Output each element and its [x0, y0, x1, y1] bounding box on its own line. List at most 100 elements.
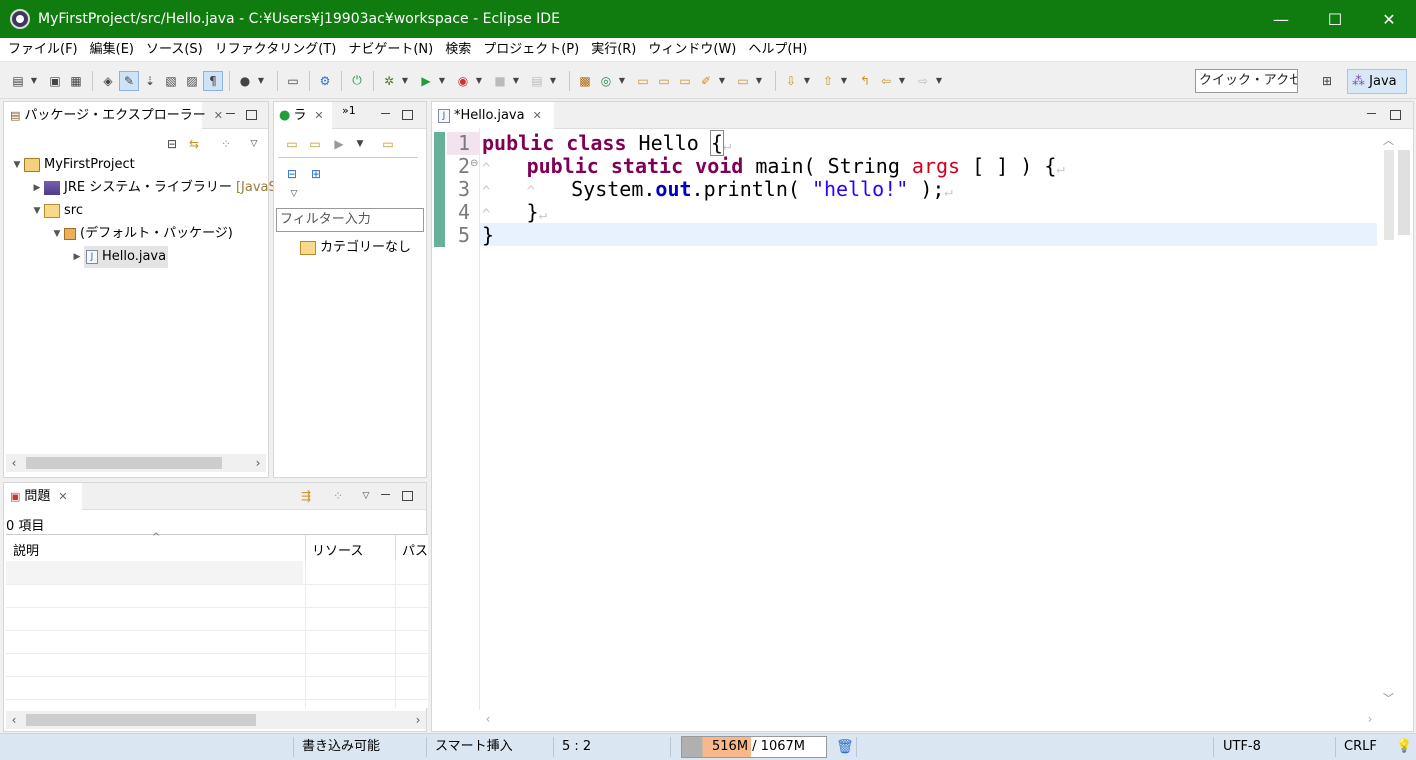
code-line[interactable]: ^ ^ System.out.println( "hello!" );↵: [482, 178, 953, 201]
open-folder-icon[interactable]: ▭: [633, 71, 653, 91]
filter-icon[interactable]: ⁘: [216, 134, 236, 154]
new-package-icon[interactable]: ▩: [575, 71, 595, 91]
filter-input[interactable]: フィルター入力: [276, 208, 424, 232]
heap-status[interactable]: 516M / 1067M: [681, 736, 827, 758]
close-button[interactable]: ✕: [1362, 0, 1416, 38]
chevron-down-icon[interactable]: ﹀: [1383, 690, 1394, 706]
debug-icon[interactable]: ✲: [379, 71, 399, 91]
chevron-down-icon[interactable]: ▼: [717, 71, 727, 91]
maximize-button[interactable]: ☐: [1308, 0, 1362, 38]
last-edit-icon[interactable]: ↰: [855, 71, 875, 91]
column-resource[interactable]: リソース: [312, 540, 363, 559]
chevron-down-icon[interactable]: ▼: [617, 71, 627, 91]
collapse-all-icon[interactable]: ⊟: [162, 134, 182, 154]
new-class-icon[interactable]: ◎: [596, 71, 616, 91]
view-overflow-button[interactable]: »1: [342, 104, 356, 117]
chevron-left-icon[interactable]: ‹: [6, 454, 22, 472]
chevron-down-icon[interactable]: ▼: [30, 200, 44, 222]
minimize-view-button[interactable]: [378, 107, 392, 121]
tree-item-hello-java[interactable]: ▶ J Hello.java: [70, 246, 169, 268]
vertical-scrollbar[interactable]: ︿ ﹀: [1380, 130, 1398, 710]
close-icon[interactable]: ✕: [314, 103, 323, 129]
menu-run[interactable]: 実行(R): [585, 38, 642, 62]
menu-navigate[interactable]: ナビゲート(N): [342, 38, 439, 62]
chevron-down-icon[interactable]: ▼: [897, 71, 907, 91]
coverage-icon[interactable]: ◉: [453, 71, 473, 91]
show-whitespace-icon[interactable]: ▨: [182, 71, 202, 91]
tab-package-explorer[interactable]: ▤ パッケージ・エクスプローラー ✕: [4, 102, 223, 129]
next-edit-icon[interactable]: ⇩: [781, 71, 801, 91]
tree-item-src[interactable]: ▼ src: [30, 200, 83, 222]
chevron-down-icon[interactable]: ▼: [437, 71, 447, 91]
external-tools-icon[interactable]: ▤: [527, 71, 547, 91]
new-icon[interactable]: ▤: [8, 71, 28, 91]
power-icon[interactable]: ⏻: [347, 71, 367, 91]
menu-edit[interactable]: 編集(E): [84, 38, 140, 62]
person-icon[interactable]: ●: [235, 71, 255, 91]
close-icon[interactable]: ✕: [533, 103, 542, 129]
run-icon[interactable]: ▶: [329, 134, 349, 154]
minimize-button[interactable]: —: [1254, 0, 1308, 38]
view-menu-icon[interactable]: ▽: [356, 486, 376, 506]
scroll-thumb[interactable]: [26, 714, 256, 726]
overview-ruler[interactable]: [1398, 150, 1410, 235]
console-icon[interactable]: ▭: [283, 71, 303, 91]
filter-icon[interactable]: ⁘: [328, 486, 348, 506]
trash-icon[interactable]: 🗑: [836, 734, 854, 760]
menu-refactor[interactable]: リファクタリング(T): [209, 38, 343, 62]
pen-icon[interactable]: ✐: [696, 71, 716, 91]
open-type-icon[interactable]: ◈: [98, 71, 118, 91]
column-description[interactable]: 説明: [13, 540, 39, 559]
open-perspective-icon[interactable]: ⊞: [1318, 72, 1336, 90]
category-item[interactable]: カテゴリーなし: [300, 237, 411, 259]
open-file-icon[interactable]: ▭: [675, 71, 695, 91]
minimize-view-button[interactable]: [378, 488, 392, 502]
tree-item-project[interactable]: ▼ MyFirstProject: [10, 154, 135, 176]
code-line[interactable]: public class Hello {↵: [482, 130, 731, 156]
save-icon[interactable]: ▣: [45, 71, 65, 91]
column-path[interactable]: パス: [402, 540, 428, 559]
folder-icon[interactable]: ▭: [305, 134, 325, 154]
chevron-right-icon[interactable]: ›: [250, 454, 266, 472]
gear-icon[interactable]: ⚙: [315, 71, 335, 91]
chevron-right-icon[interactable]: ▶: [70, 246, 84, 268]
chevron-down-icon[interactable]: ▼: [754, 71, 764, 91]
maximize-view-button[interactable]: [400, 107, 414, 121]
chevron-down-icon[interactable]: ▼: [10, 154, 24, 176]
tree-item-default-package[interactable]: ▼ (デフォルト・パッケージ): [50, 223, 233, 245]
tree-item-jre[interactable]: ▶ JRE システム・ライブラリー [JavaSE: [30, 177, 285, 199]
chevron-down-icon[interactable]: ▼: [50, 223, 64, 245]
chevron-left-icon[interactable]: ‹: [480, 710, 496, 728]
horizontal-scrollbar[interactable]: ‹ ›: [6, 454, 266, 472]
tab-problems[interactable]: ▣ 問題 ✕: [4, 483, 82, 510]
search-folder-icon[interactable]: ▭: [733, 71, 753, 91]
horizontal-scrollbar[interactable]: ‹ ›: [480, 710, 1378, 728]
close-icon[interactable]: ✕: [214, 103, 223, 129]
next-annotation-icon[interactable]: ⇣: [140, 71, 160, 91]
perspective-java-button[interactable]: ⁂ Java: [1347, 69, 1407, 94]
maximize-view-button[interactable]: [244, 107, 258, 121]
chevron-up-icon[interactable]: ︿: [1383, 132, 1394, 148]
menu-help[interactable]: ヘルプ(H): [742, 38, 813, 62]
code-line[interactable]: ^ }↵: [482, 201, 547, 224]
chevron-down-icon[interactable]: ▼: [511, 71, 521, 91]
close-icon[interactable]: ✕: [58, 484, 67, 510]
status-insert-mode[interactable]: スマート挿入: [435, 734, 513, 760]
collapse-all-icon[interactable]: ⊟: [282, 164, 302, 184]
pilcrow-icon[interactable]: ¶: [203, 70, 223, 91]
code-line[interactable]: ^ public static void main( String args […: [482, 155, 1065, 178]
chevron-right-icon[interactable]: ›: [1362, 710, 1378, 728]
mark-occurrences-icon[interactable]: ✎: [119, 70, 139, 91]
maximize-view-button[interactable]: [400, 488, 414, 502]
chevron-down-icon[interactable]: ▼: [256, 71, 266, 91]
quick-access-input[interactable]: クイック・アクセス: [1195, 69, 1298, 93]
expand-all-icon[interactable]: ⊞: [306, 164, 326, 184]
chevron-down-icon[interactable]: ▼: [400, 71, 410, 91]
previous-edit-icon[interactable]: ⇧: [818, 71, 838, 91]
chevron-right-icon[interactable]: ▶: [30, 177, 44, 199]
view-menu-icon[interactable]: ▽: [284, 184, 304, 204]
save-all-icon[interactable]: ▦: [66, 71, 86, 91]
new-icon[interactable]: ▭: [282, 134, 302, 154]
stop-icon[interactable]: ■: [490, 71, 510, 91]
run-icon[interactable]: ▶: [416, 71, 436, 91]
